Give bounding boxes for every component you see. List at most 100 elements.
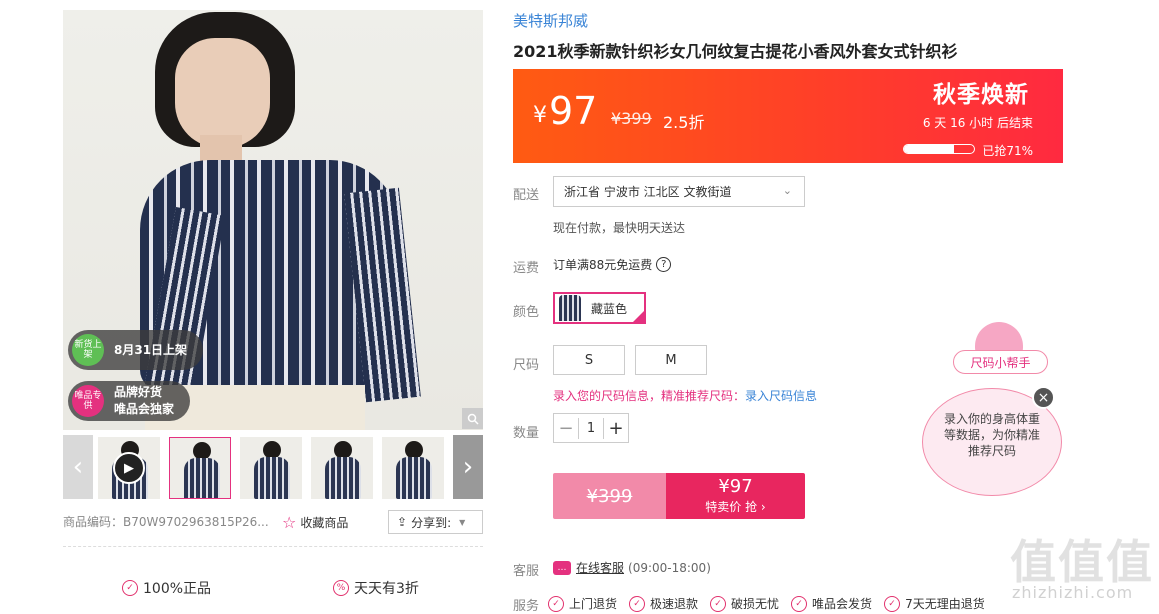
size-label: 尺码 <box>513 358 540 373</box>
favorite-label: 收藏商品 <box>300 516 349 530</box>
service-list: ✓ 上门退货 ✓ 极速退款 ✓ 破损无忧 ✓ 唯品会发货 ✓ 7天无理由退货 <box>548 595 997 612</box>
service-text: 7天无理由退货 <box>905 597 985 611</box>
shipping-text: 订单满88元免运费 <box>553 258 653 272</box>
size-hint: 录入您的尺码信息，精准推荐尺码：录入尺码信息 <box>553 387 817 404</box>
address-selector[interactable]: 浙江省 宁波市 江北区 文教街道 ⌄ <box>553 176 805 207</box>
quantity-stepper[interactable]: − 1 + <box>553 413 629 443</box>
discount-rate: 2.5折 <box>663 113 705 132</box>
color-swatch <box>559 295 581 321</box>
countdown: 6 天 16 小时 后结束 <box>922 116 1033 130</box>
selected-check-icon <box>631 309 646 324</box>
original-price: ¥399 <box>611 109 652 128</box>
check-circle-icon: ✓ <box>884 595 901 612</box>
color-label: 颜色 <box>513 305 540 320</box>
thumb-image[interactable] <box>311 437 373 499</box>
new-arrival-badge: 新货上架 8月31日上架 <box>68 330 204 370</box>
magnifier-icon[interactable] <box>462 408 483 429</box>
exclusive-line2: 唯品会独家 <box>114 402 175 416</box>
sold-percent: 已抢71% <box>982 144 1033 158</box>
divider <box>63 546 483 547</box>
exclusive-line1: 品牌好货 <box>114 385 163 399</box>
sale-price: 97 <box>549 89 598 133</box>
help-icon[interactable]: ? <box>656 257 672 272</box>
event-title: 秋季焕新 <box>933 82 1029 108</box>
exclusive-text: 品牌好货 唯品会独家 <box>114 384 174 418</box>
delivery-note: 现在付款，最快明天送达 <box>553 221 686 235</box>
product-title: 2021秋季新款针织衫女几何纹复古提花小香风外套女式针织衫 <box>513 42 958 61</box>
play-icon[interactable]: ▶ <box>113 452 145 484</box>
exclusive-icon: 唯品专供 <box>72 385 104 417</box>
delivery-label: 配送 <box>513 188 540 203</box>
exclusive-badge: 唯品专供 品牌好货 唯品会独家 <box>68 381 191 421</box>
thumb-next-button[interactable]: › <box>453 435 483 499</box>
share-dropdown[interactable]: ⇪ 分享到: ▼ <box>388 510 483 534</box>
service-item: ✓ 破损无忧 <box>710 595 779 612</box>
percent-icon: % <box>333 580 349 596</box>
favorite-button[interactable]: ☆ 收藏商品 <box>282 513 348 532</box>
enter-size-link[interactable]: 录入尺码信息 <box>745 389 817 403</box>
size-option-m[interactable]: M <box>635 345 707 375</box>
discount-label: 天天有3折 <box>354 581 419 597</box>
check-circle-icon: ✓ <box>710 595 727 612</box>
close-icon[interactable]: × <box>1032 386 1055 409</box>
buy-original-price: ¥399 <box>553 473 666 519</box>
shipping-info: 订单满88元免运费 ? <box>553 256 672 273</box>
check-circle-icon: ✓ <box>629 595 646 612</box>
service-text: 唯品会发货 <box>812 597 873 611</box>
buy-price: ¥97 <box>718 476 753 497</box>
buy-now[interactable]: ¥97 特卖价 抢 › <box>666 473 805 519</box>
star-icon: ☆ <box>282 513 297 532</box>
address-text: 浙江省 宁波市 江北区 文教街道 <box>564 185 732 199</box>
authentic-label: 100%正品 <box>143 581 212 597</box>
thumb-image[interactable] <box>382 437 444 499</box>
buy-action: 特卖价 抢 › <box>705 500 766 514</box>
product-code: 商品编码：B70W9702963815P26... <box>63 515 269 529</box>
decrease-button[interactable]: − <box>554 417 579 439</box>
price-banner: ¥ 97 ¥399 2.5折 秋季焕新 6 天 16 小时 后结束 已抢71% <box>513 69 1063 163</box>
brand-link[interactable]: 美特斯邦威 <box>513 10 588 31</box>
quantity-label: 数量 <box>513 426 540 441</box>
size-helper-tag[interactable]: 尺码小帮手 <box>953 350 1048 374</box>
new-arrival-date: 8月31日上架 <box>114 342 188 357</box>
share-label: 分享到: <box>411 515 452 530</box>
buy-button[interactable]: ¥399 ¥97 特卖价 抢 › <box>553 473 805 519</box>
discount-guarantee: % 天天有3折 <box>333 578 419 598</box>
quantity-value[interactable]: 1 <box>579 421 603 436</box>
service-text: 上门退货 <box>569 597 618 611</box>
shield-check-icon: ✓ <box>122 580 138 596</box>
authentic-guarantee: ✓ 100%正品 <box>122 578 211 598</box>
color-option-navy[interactable]: 藏蓝色 <box>553 292 646 324</box>
customer-service-label: 客服 <box>513 564 540 579</box>
share-icon: ⇪ <box>397 515 408 529</box>
caret-down-icon: ▼ <box>459 517 466 527</box>
service-item: ✓ 上门退货 <box>548 595 617 612</box>
increase-button[interactable]: + <box>603 417 628 439</box>
shipping-label: 运费 <box>513 261 540 276</box>
service-text: 极速退款 <box>650 597 699 611</box>
service-item: ✓ 唯品会发货 <box>791 595 872 612</box>
size-option-s[interactable]: S <box>553 345 625 375</box>
sold-progress-bar <box>903 144 975 154</box>
size-hint-text: 录入您的尺码信息，精准推荐尺码： <box>553 389 746 403</box>
thumb-video[interactable]: ▶ <box>98 437 160 499</box>
thumb-image-active[interactable] <box>169 437 231 499</box>
watermark-domain: zhizhizhi.com <box>1012 583 1134 602</box>
thumb-image[interactable] <box>240 437 302 499</box>
service-item: ✓ 7天无理由退货 <box>884 595 985 612</box>
color-name: 藏蓝色 <box>591 301 628 316</box>
services-label: 服务 <box>513 599 540 614</box>
service-item: ✓ 极速退款 <box>629 595 698 612</box>
online-service-link[interactable]: 在线客服 <box>576 559 624 576</box>
new-arrival-icon: 新货上架 <box>72 334 104 366</box>
model-face <box>175 38 270 148</box>
thumb-prev-button[interactable]: ‹ <box>63 435 93 499</box>
chat-icon: … <box>553 560 571 575</box>
sold-progress-fill <box>904 145 954 153</box>
check-circle-icon: ✓ <box>791 595 808 612</box>
service-hours: (09:00-18:00) <box>628 560 711 575</box>
service-text: 破损无忧 <box>731 597 780 611</box>
customer-service: … 在线客服 (09:00-18:00) <box>553 559 711 576</box>
chevron-down-icon: ⌄ <box>782 184 792 197</box>
price-currency: ¥ <box>533 103 547 128</box>
check-circle-icon: ✓ <box>548 595 564 612</box>
